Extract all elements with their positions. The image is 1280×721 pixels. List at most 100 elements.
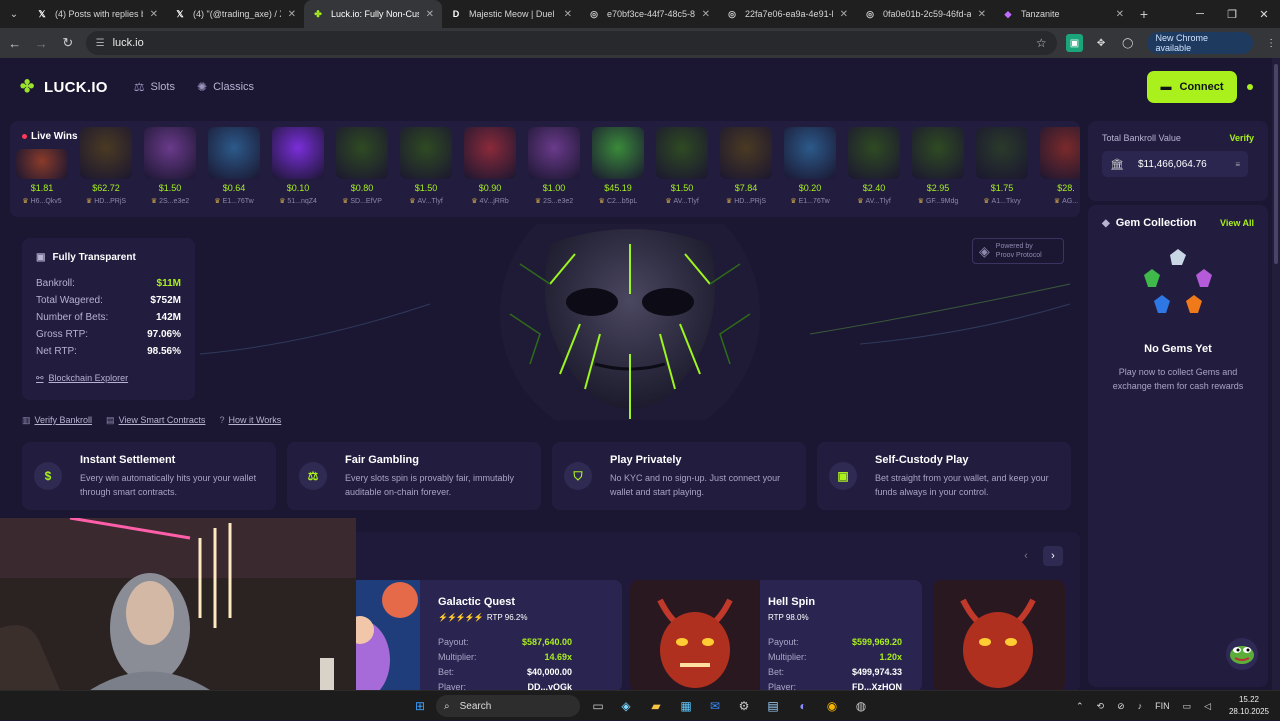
game-card-partial[interactable] [933,580,1065,690]
crown-icon: ♛ [917,198,924,205]
game-thumbnail [144,127,196,179]
view-all-link[interactable]: View All [1220,218,1254,228]
extensions-puzzle-icon[interactable]: ✥ [1092,34,1110,52]
outlook-icon[interactable]: ✉ [705,696,725,716]
close-icon[interactable]: ✕ [840,9,848,20]
tray-chevron-icon[interactable]: ⌃ [1076,701,1084,712]
live-win-item[interactable]: $62.72 ♛ HD...PRjS [78,127,134,211]
url-field[interactable]: ☰ luck.io ☆ [85,31,1057,55]
pepe-icon [1230,646,1254,664]
close-icon[interactable]: ✕ [702,9,710,20]
tab-uuid-1[interactable]: ◎e70bf3ce-44f7-48c5-8778✕ [580,0,718,28]
new-tab-button[interactable]: + [1132,6,1156,22]
crown-icon: ♛ [790,198,797,205]
new-chrome-available-button[interactable]: New Chrome available [1146,32,1254,54]
crown-icon: ♛ [342,198,349,205]
site-info-icon[interactable]: ☰ [96,38,105,49]
powered-by-proov-badge[interactable]: ◈ Powered by Proov Protocol [972,238,1064,264]
copilot-icon[interactable]: ◈ [616,696,636,716]
winner-address: ♛ AV...Tlyf [409,198,443,205]
page-scrollbar[interactable] [1272,58,1280,690]
keyboard-lang[interactable]: FIN [1155,701,1170,711]
feature-play-privately: ⛉ Play Privately No KYC and no sign-up. … [552,442,806,510]
live-win-item[interactable]: $1.50 ♛ AV...Tlyf [654,127,710,211]
game-thumbnail [720,127,772,179]
tab-luck-io[interactable]: ✤Luck.io: Fully Non-Custod✕ [304,0,442,28]
hero-section: ▣ Fully Transparent Bankroll: $11M Total W… [10,224,1080,424]
live-win-item[interactable]: $1.81 ♛ H6...Qkv5 [14,127,70,211]
live-win-item[interactable]: $1.75 ♛ A1...Tkvy [974,127,1030,211]
display-icon[interactable]: ▭ [1183,701,1192,712]
live-win-item[interactable]: $0.90 ♛ 4V...jRRb [462,127,518,211]
live-win-item[interactable]: $2.40 ♛ AV...Tlyf [846,127,902,211]
blockchain-explorer-link[interactable]: ⚯ Blockchain Explorer [36,373,128,384]
tab-x-posts[interactable]: 𝕏(4) Posts with replies by g✕ [28,0,166,28]
tab-search-button[interactable]: ⌄ [0,0,28,28]
minimize-button[interactable]: ─ [1184,0,1216,28]
verify-bankroll-link[interactable]: ▥ Verify Bankroll [22,415,92,426]
settings-gear-icon[interactable]: ⚙ [734,696,754,716]
reload-button[interactable]: ↻ [56,31,80,55]
volume-icon[interactable]: ◁ [1204,701,1211,712]
close-icon[interactable]: ✕ [564,9,572,20]
tab-uuid-3[interactable]: ◎0fa0e01b-2c59-46fd-ae0✕ [856,0,994,28]
game-card-hell-spin[interactable]: Hell Spin RTP 98.0% Payout: $599,969.20 M… [630,580,922,690]
discord-icon[interactable]: ◐ [793,696,813,716]
close-window-button[interactable]: ✕ [1248,0,1280,28]
obs-icon[interactable]: ◍ [851,696,871,716]
extension-green-icon[interactable]: ▣ [1065,34,1084,52]
carousel-prev-button[interactable]: ‹ [1016,546,1036,566]
tab-duel[interactable]: D Majestic Meow | Duel ✕ [442,0,580,28]
connect-wallet-button[interactable]: ▬ Connect [1147,71,1237,103]
close-icon[interactable]: ✕ [426,9,434,20]
file-explorer-icon[interactable]: ▰ [646,696,666,716]
restore-button[interactable]: ❐ [1216,0,1248,28]
taskbar-search-box[interactable]: ⌕ Search [436,695,580,717]
forward-button[interactable]: → [30,31,54,55]
task-view-icon[interactable]: ▭ [588,696,608,716]
transparency-icon: ▣ [36,252,46,263]
store-icon[interactable]: ▦ [676,696,696,716]
verify-link[interactable]: Verify [1229,133,1254,143]
bookmark-star-icon[interactable]: ☆ [1036,36,1047,50]
close-icon[interactable]: ✕ [1116,9,1124,20]
chrome-icon[interactable]: ◉ [822,696,842,716]
tab-x-trading[interactable]: 𝕏 (4) "(@trading_axe) / X ✕ [166,0,304,28]
chat-pepe-button[interactable] [1226,638,1258,670]
live-win-item[interactable]: $45.19 ♛ C2...b5pL [590,127,646,211]
live-win-item[interactable]: $1.00 ♛ 2S...e3e2 [526,127,582,211]
close-icon[interactable]: ✕ [288,9,296,20]
crown-icon: ♛ [534,198,542,205]
how-it-works-link[interactable]: ? How it Works [219,415,281,426]
live-win-item[interactable]: $1.50 ♛ 2S...e3e2 [142,127,198,211]
profile-icon[interactable]: ◯ [1119,34,1137,52]
live-win-item[interactable]: $0.64 ♛ E1...76Tw [206,127,262,211]
notepad-icon[interactable]: ▤ [763,696,783,716]
live-win-item[interactable]: $0.20 ♛ E1...76Tw [782,127,838,211]
win-amount: $0.80 [350,183,374,193]
live-win-item[interactable]: $7.84 ♛ HD...PRjS [718,127,774,211]
tab-tanzanite[interactable]: ◆ Tanzanite ✕ [994,0,1132,28]
windows-start-icon[interactable]: ⊞ [410,696,430,716]
live-win-item[interactable]: $28. ♛ AG... [1038,127,1080,211]
back-button[interactable]: ← [3,31,27,55]
winner-address: ♛ 2S...e3e2 [534,198,574,205]
system-clock[interactable]: 15.22 28.10.2025 [1228,694,1270,718]
view-smart-contracts-link[interactable]: ▤ View Smart Contracts [106,415,205,426]
mic-icon[interactable]: ♪ [1138,701,1143,711]
network-icon[interactable]: ⟲ [1097,701,1105,712]
live-win-item[interactable]: $0.10 ♛ 51...nqZ4 [270,127,326,211]
luck-io-logo[interactable]: ✤ LUCK.IO [20,78,108,96]
scrollbar-thumb[interactable] [1274,64,1278,264]
live-win-item[interactable]: $1.50 ♛ AV...Tlyf [398,127,454,211]
carousel-next-button[interactable]: › [1043,546,1063,566]
mute-icon[interactable]: ⊘ [1117,701,1125,712]
nav-classics[interactable]: ✺ Classics [197,80,254,94]
live-win-item[interactable]: $0.80 ♛ SD...EfVP [334,127,390,211]
close-icon[interactable]: ✕ [150,9,158,20]
chrome-menu-icon[interactable]: ⋮ [1262,34,1280,52]
nav-slots[interactable]: ⚖ Slots [134,80,175,94]
live-win-item[interactable]: $2.95 ♛ GF...9Mdg [910,127,966,211]
tab-uuid-2[interactable]: ◎22fa7e06-ea9a-4e91-bee✕ [718,0,856,28]
close-icon[interactable]: ✕ [978,9,986,20]
